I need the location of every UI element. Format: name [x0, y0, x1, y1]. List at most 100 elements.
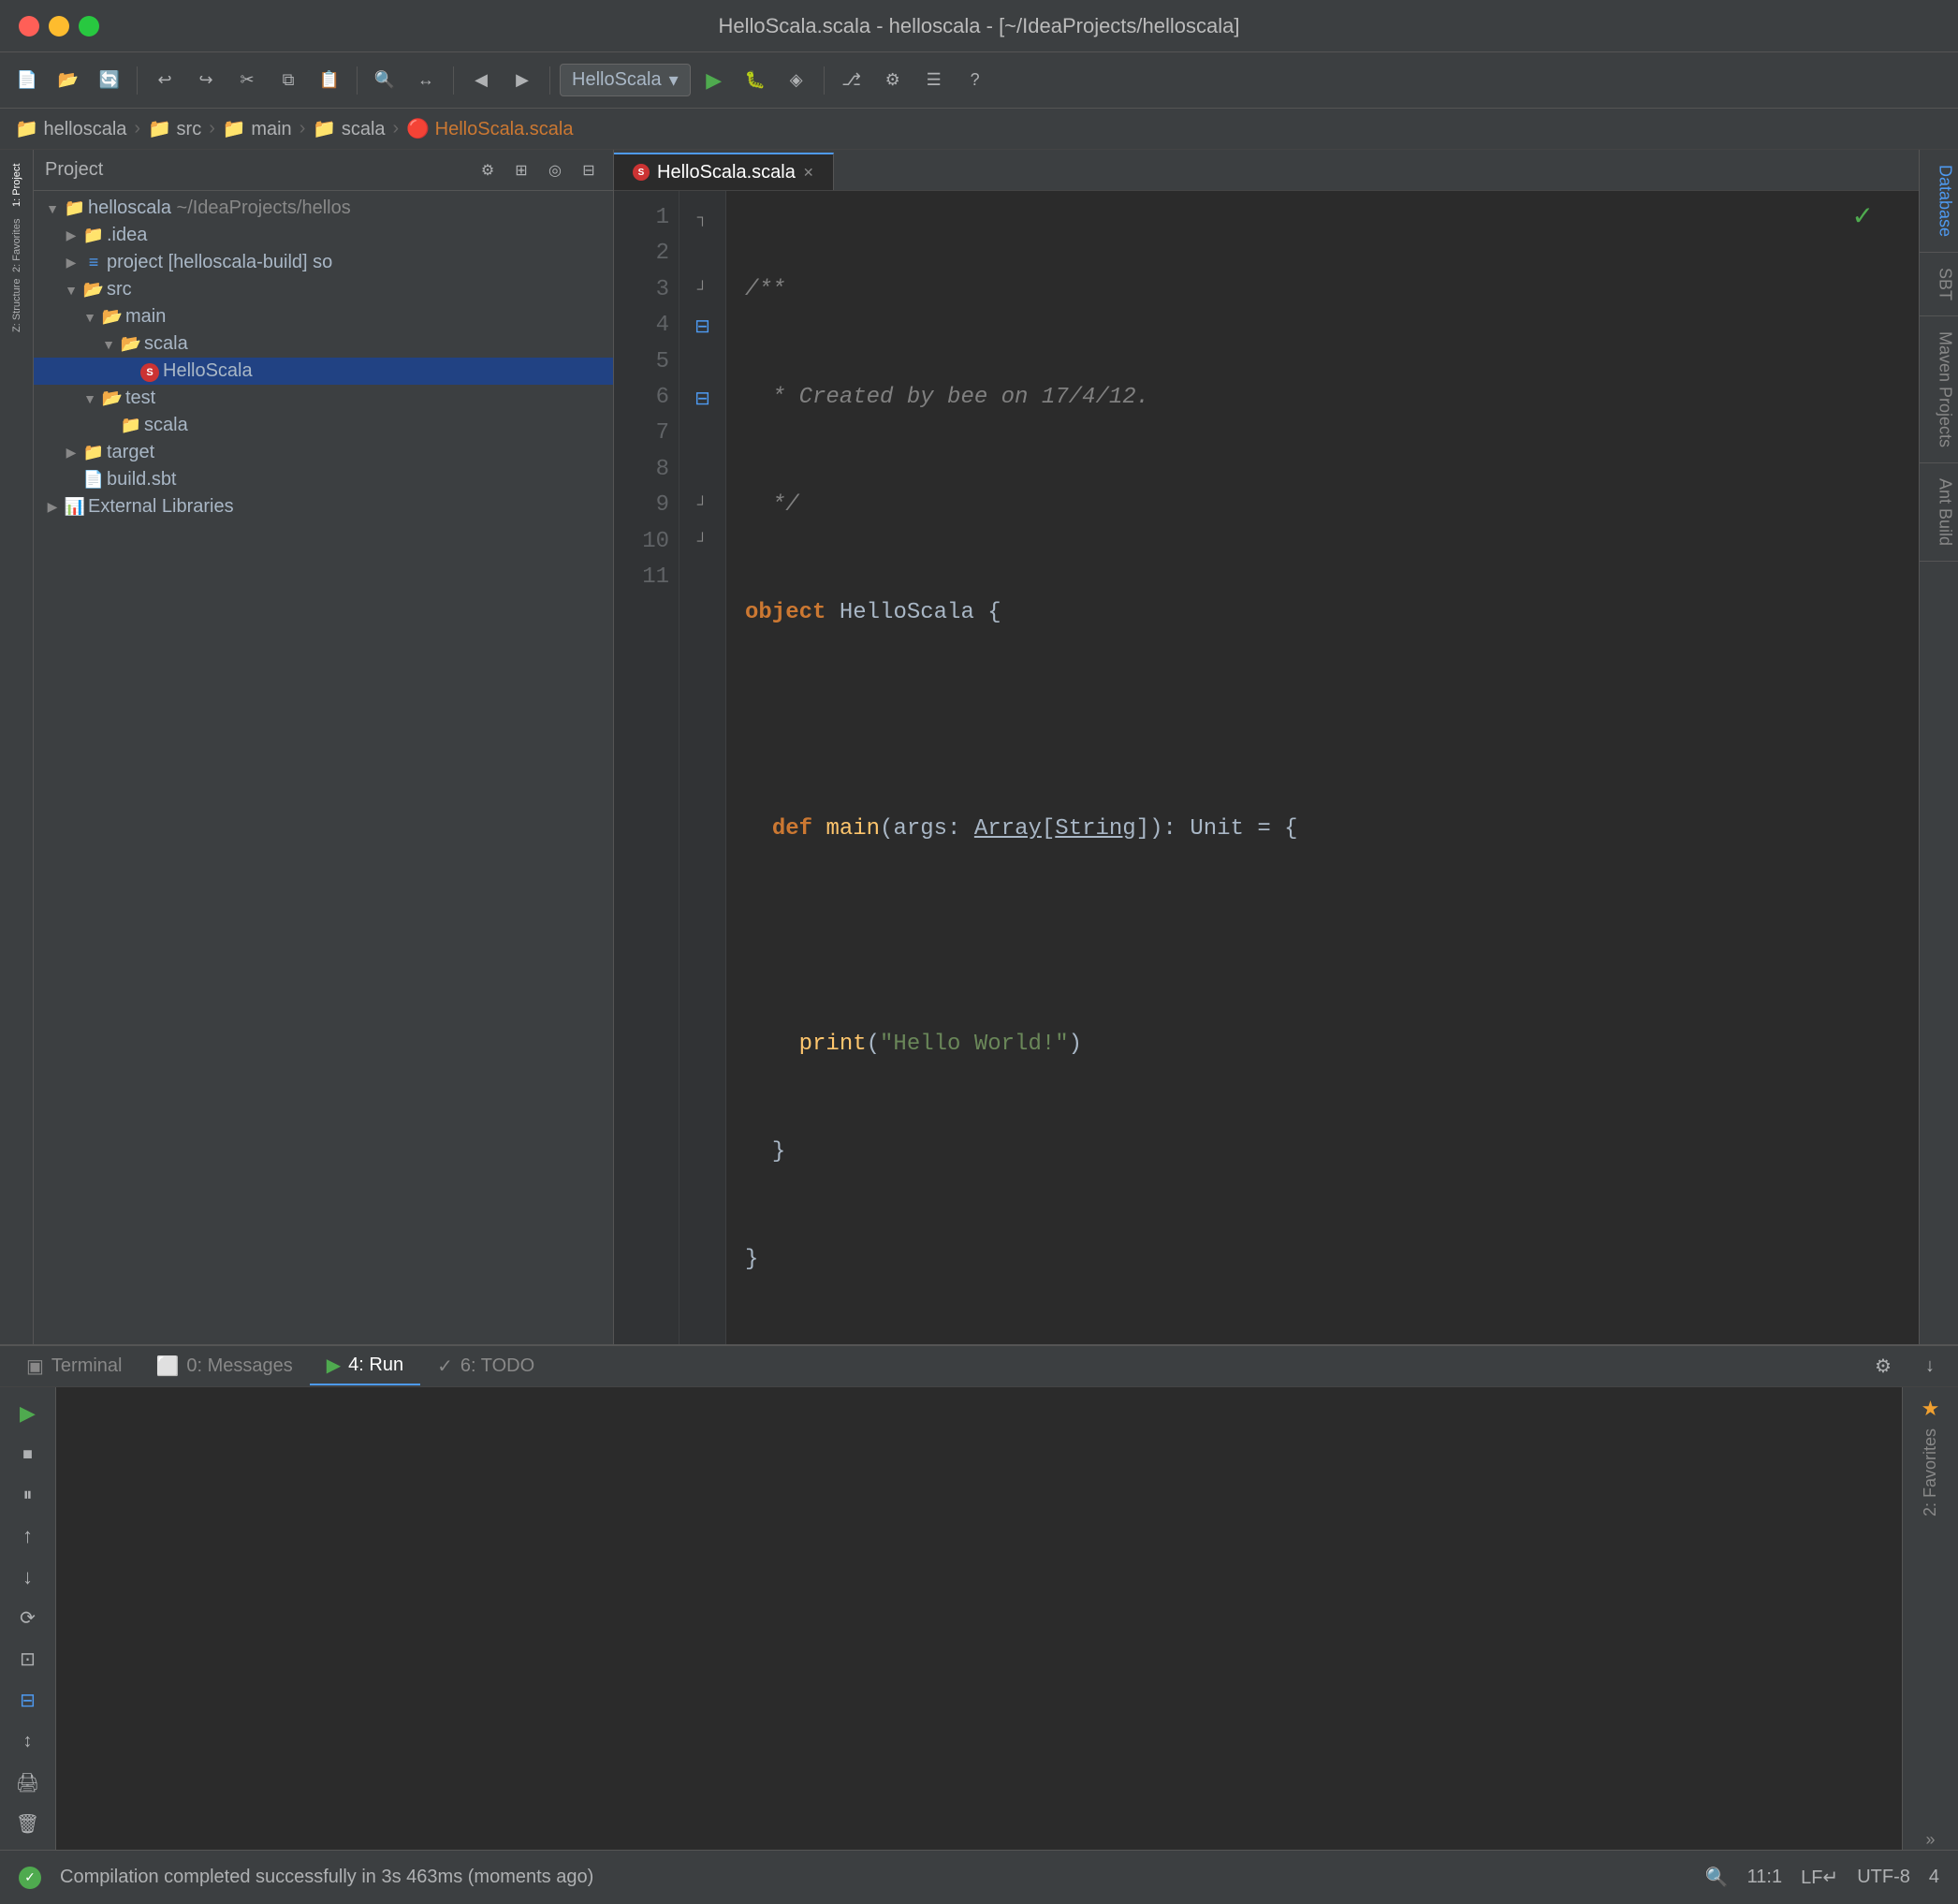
favorites-label: 2: Favorites — [1921, 1428, 1940, 1516]
copy-button[interactable]: ⧉ — [270, 63, 306, 98]
tree-locate-btn[interactable]: ◎ — [542, 157, 568, 183]
redo-button[interactable]: ↪ — [188, 63, 224, 98]
extlib-icon: 📊 — [62, 497, 88, 517]
tree-item-root[interactable]: ▼ 📁 helloscala ~/IdeaProjects/hellos — [34, 195, 613, 222]
favorites-panel-icon[interactable]: 2: Favorites — [3, 217, 31, 273]
ant-tab[interactable]: Ant Build — [1920, 463, 1958, 562]
gutter-4[interactable]: ⊟ — [679, 308, 725, 344]
project-panel-icon[interactable]: 1: Project — [3, 157, 31, 213]
new-file-button[interactable]: 📄 — [9, 63, 45, 98]
run-scroll-btn[interactable]: ↕ — [9, 1725, 47, 1759]
run-play-btn[interactable]: ▶ — [9, 1397, 47, 1430]
structure-panel-icon[interactable]: Z: Structure — [3, 277, 31, 333]
messages-tab[interactable]: ⬜ 0: Messages — [139, 1348, 309, 1385]
tab-close-button[interactable]: ✕ — [803, 165, 814, 181]
breadcrumb-item-3[interactable]: 📁 main — [223, 117, 292, 140]
tree-item-src[interactable]: ▼ 📂 src — [34, 276, 613, 303]
tree-item-project[interactable]: ▶ ≡ project [helloscala-build] so — [34, 249, 613, 276]
breadcrumb-item-2[interactable]: 📁 src — [148, 117, 201, 140]
run-tab[interactable]: ▶ 4: Run — [310, 1348, 420, 1385]
run-print-btn[interactable]: 🖨 — [9, 1765, 47, 1799]
find-button[interactable]: 🔍 — [367, 63, 402, 98]
tree-item-scala-main[interactable]: ▼ 📂 scala — [34, 330, 613, 358]
open-button[interactable]: 📂 — [51, 63, 86, 98]
tree-arrow-test: ▼ — [80, 391, 99, 406]
run-tab-icon: ▶ — [327, 1354, 341, 1377]
folder-icon-scala-test: 📁 — [118, 416, 144, 435]
replace-button[interactable]: ↔ — [408, 63, 444, 98]
tree-item-idea[interactable]: ▶ 📁 .idea — [34, 222, 613, 249]
run-up-btn[interactable]: ↑ — [9, 1519, 47, 1553]
favorites-icon[interactable]: ★ — [1921, 1397, 1940, 1421]
todo-tab[interactable]: ✓ 6: TODO — [420, 1348, 551, 1385]
minimize-button[interactable] — [49, 16, 69, 37]
tree-item-test[interactable]: ▼ 📂 test — [34, 385, 613, 412]
vcs-button[interactable]: ⎇ — [834, 63, 869, 98]
breadcrumb-item-1[interactable]: 📁 helloscala — [15, 117, 126, 140]
debug-button[interactable]: 🐛 — [738, 63, 773, 98]
run-coverage-button[interactable]: ◈ — [779, 63, 814, 98]
status-message: Compilation completed successfully in 3s… — [60, 1867, 593, 1888]
more-icon[interactable]: » — [1925, 1830, 1935, 1850]
help-button[interactable]: ? — [957, 63, 993, 98]
paste-button[interactable]: 📋 — [312, 63, 347, 98]
sdk-button[interactable]: ☰ — [916, 63, 952, 98]
run-down-btn[interactable]: ↓ — [9, 1560, 47, 1594]
scala-file-icon: S — [137, 360, 163, 382]
tab-label: HelloScala.scala — [657, 162, 796, 183]
database-tab[interactable]: Database — [1920, 150, 1958, 253]
tree-item-target[interactable]: ▶ 📁 target — [34, 439, 613, 466]
run-config-selector[interactable]: HelloScala ▾ — [560, 64, 691, 96]
code-line-3: */ — [745, 488, 1900, 523]
tree-label-target: target — [107, 442, 154, 463]
tree-expand-btn[interactable]: ⊟ — [576, 157, 602, 183]
tree-item-helloscala[interactable]: S HelloScala — [34, 358, 613, 385]
breadcrumb-item-5[interactable]: 🔴 HelloScala.scala — [406, 117, 573, 140]
gutter-3[interactable]: ┘ — [679, 272, 725, 308]
cursor-position: 11:1 — [1747, 1867, 1782, 1888]
maximize-button[interactable] — [79, 16, 99, 37]
tree-arrow-main: ▼ — [80, 310, 99, 325]
settings-button[interactable]: ⚙ — [875, 63, 911, 98]
gutter-10[interactable]: ┘ — [679, 524, 725, 560]
back-button[interactable]: ◀ — [463, 63, 499, 98]
bottom-settings-btn[interactable]: ⚙ — [1864, 1348, 1902, 1385]
breadcrumb-item-4[interactable]: 📁 scala — [313, 117, 385, 140]
sbt-tab[interactable]: SBT — [1920, 253, 1958, 316]
tree-settings-btn[interactable]: ⚙ — [475, 157, 501, 183]
terminal-tab[interactable]: ▣ Terminal — [9, 1348, 139, 1385]
tree-label-idea: .idea — [107, 225, 147, 246]
tree-item-buildsbt[interactable]: 📄 build.sbt — [34, 466, 613, 493]
forward-button[interactable]: ▶ — [504, 63, 540, 98]
run-pause-btn[interactable]: ⏸ — [9, 1479, 47, 1513]
sync-button[interactable]: 🔄 — [92, 63, 127, 98]
status-success-icon: ✓ — [19, 1867, 41, 1889]
gutter-6[interactable]: ⊟ — [679, 380, 725, 416]
tree-item-main[interactable]: ▼ 📂 main — [34, 303, 613, 330]
run-filter-btn[interactable]: ⊟ — [9, 1684, 47, 1718]
maven-tab[interactable]: Maven Projects — [1920, 316, 1958, 463]
run-button[interactable]: ▶ — [696, 63, 732, 98]
messages-label: 0: Messages — [186, 1355, 292, 1377]
bottom-tabs: ▣ Terminal ⬜ 0: Messages ▶ 4: Run ✓ 6: T… — [0, 1346, 1958, 1387]
tree-label-buildsbt: build.sbt — [107, 469, 177, 491]
folder-icon-idea: 📁 — [80, 226, 107, 245]
tree-item-extlib[interactable]: ▶ 📊 External Libraries — [34, 493, 613, 520]
undo-button[interactable]: ↩ — [147, 63, 183, 98]
code-area[interactable]: /** * Created by bee on 17/4/12. */ obje… — [726, 191, 1919, 1344]
tree-item-scala-test[interactable]: 📁 scala — [34, 412, 613, 439]
run-trash-btn[interactable]: 🗑 — [9, 1807, 47, 1840]
gutter-1[interactable]: ┐ — [679, 200, 725, 236]
bottom-download-btn[interactable]: ↓ — [1911, 1348, 1949, 1385]
gutter-9[interactable]: ┘ — [679, 488, 725, 523]
tab-helloscala[interactable]: S HelloScala.scala ✕ — [614, 153, 834, 190]
toolbar-sep-5 — [824, 66, 825, 95]
code-line-5 — [745, 703, 1900, 739]
search-icon[interactable]: 🔍 — [1705, 1866, 1729, 1889]
run-rerun-btn[interactable]: ⟳ — [9, 1602, 47, 1635]
close-button[interactable] — [19, 16, 39, 37]
tree-collapse-btn[interactable]: ⊞ — [508, 157, 534, 183]
gutter-11 — [679, 560, 725, 595]
run-dump-btn[interactable]: ⊡ — [9, 1643, 47, 1677]
cut-button[interactable]: ✂ — [229, 63, 265, 98]
